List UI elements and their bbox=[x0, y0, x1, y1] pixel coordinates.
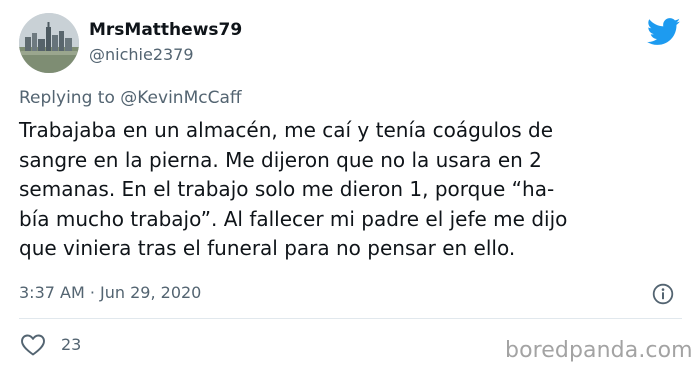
reply-mention-link[interactable]: @KevinMcCaff bbox=[120, 88, 241, 108]
tweet-text-line: bía mucho trabajo”. Al fallecer mi padre… bbox=[19, 206, 568, 231]
display-name[interactable]: MrsMatthews79 bbox=[89, 20, 242, 40]
twitter-bird-icon[interactable] bbox=[646, 18, 681, 46]
user-avatar[interactable] bbox=[19, 13, 79, 73]
divider bbox=[19, 318, 682, 319]
tweet-text-line: que viniera tras el funeral para no pens… bbox=[19, 236, 516, 260]
heart-icon[interactable] bbox=[20, 333, 46, 357]
tweet-text-line: Trabajaba en un almacén, me caí y tenía … bbox=[19, 118, 554, 142]
tweet-card: MrsMatthews79 @nichie2379 Replying to @K… bbox=[0, 0, 700, 372]
info-icon[interactable] bbox=[652, 283, 674, 305]
tweet-timestamp[interactable]: 3:37 AM · Jun 29, 2020 bbox=[19, 283, 201, 302]
watermark: boredpanda.com bbox=[505, 338, 693, 363]
like-count: 23 bbox=[61, 335, 82, 354]
reply-prefix: Replying to bbox=[19, 88, 115, 108]
reply-context: Replying to @KevinMcCaff bbox=[19, 88, 242, 108]
city-skyline-avatar bbox=[19, 13, 79, 73]
tweet-text-line: sangre en la pierna. Me dijeron que no l… bbox=[19, 147, 542, 172]
user-handle[interactable]: @nichie2379 bbox=[89, 45, 194, 64]
tweet-text-line: semanas. En el trabajo solo me dieron 1,… bbox=[19, 177, 555, 201]
tweet-text: Trabajaba en un almacén, me caí y tenía … bbox=[19, 116, 679, 264]
